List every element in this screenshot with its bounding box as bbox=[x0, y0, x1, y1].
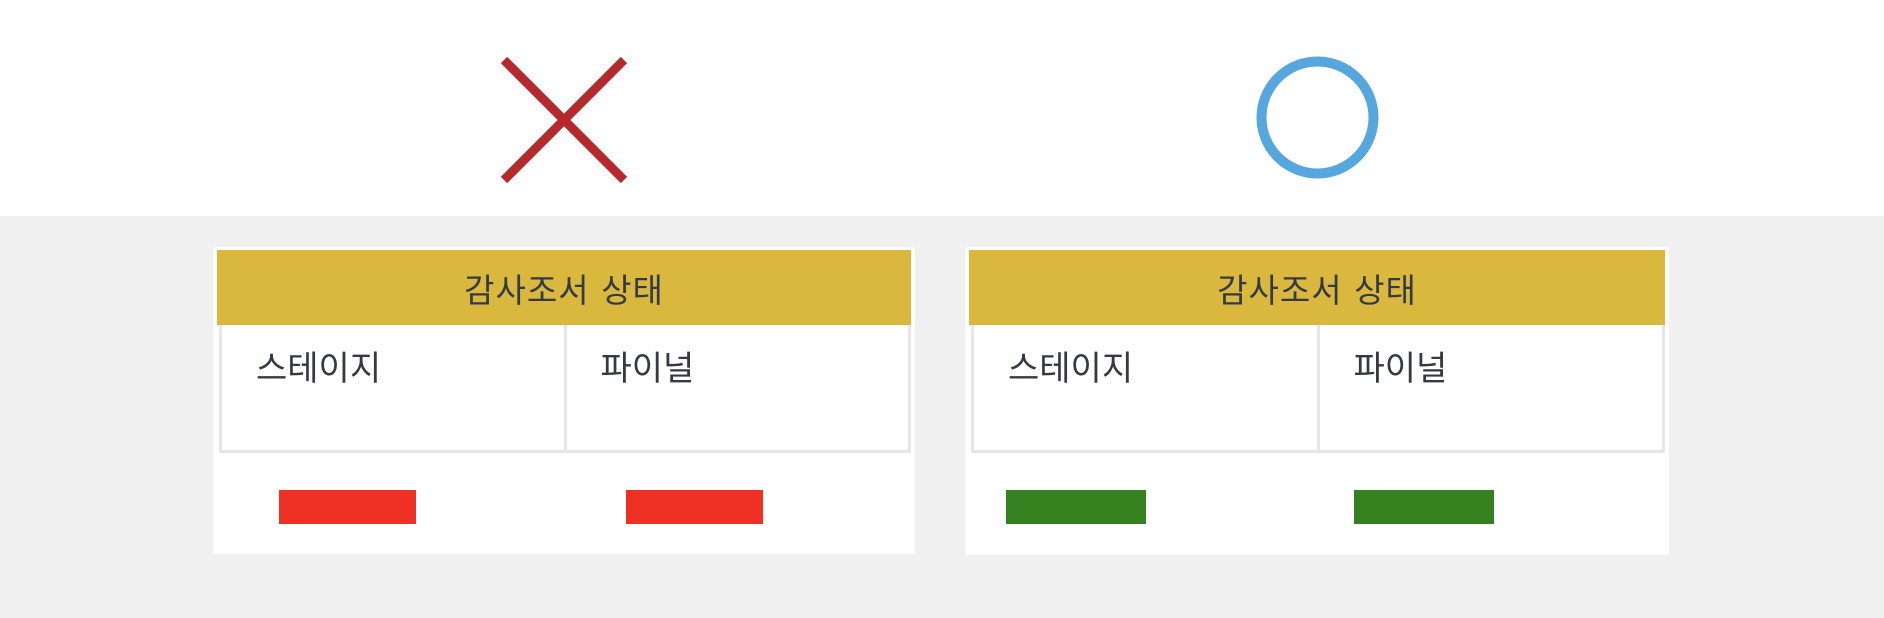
correct-example-panel: 감사조서 상태 스테이지 파이널 bbox=[965, 247, 1669, 555]
status-cell-final: 파이널 bbox=[563, 325, 909, 450]
circle-stroke bbox=[1256, 56, 1379, 179]
incorrect-example-panel: 감사조서 상태 스테이지 파이널 bbox=[213, 247, 915, 554]
cross-icon bbox=[500, 56, 628, 184]
panel-header: 감사조서 상태 bbox=[969, 250, 1665, 325]
stage-status-indicator bbox=[279, 490, 416, 524]
status-cell-stage: 스테이지 bbox=[222, 325, 564, 450]
status-cell-stage: 스테이지 bbox=[974, 325, 1317, 450]
top-band bbox=[0, 0, 1884, 216]
status-grid: 스테이지 파이널 bbox=[219, 325, 911, 453]
final-label: 파이널 bbox=[1353, 349, 1448, 389]
stage-label: 스테이지 bbox=[1008, 349, 1134, 389]
panel-title: 감사조서 상태 bbox=[1217, 270, 1417, 310]
final-label: 파이널 bbox=[600, 349, 695, 389]
panel-header: 감사조서 상태 bbox=[217, 250, 911, 325]
circle-icon bbox=[1256, 56, 1379, 179]
status-grid: 스테이지 파이널 bbox=[971, 325, 1665, 453]
status-cell-final: 파이널 bbox=[1316, 325, 1663, 450]
panel-title: 감사조서 상태 bbox=[464, 270, 664, 310]
stage-label: 스테이지 bbox=[256, 349, 382, 389]
stage-status-indicator bbox=[1006, 490, 1146, 524]
final-status-indicator bbox=[1354, 490, 1494, 524]
final-status-indicator bbox=[626, 490, 763, 524]
